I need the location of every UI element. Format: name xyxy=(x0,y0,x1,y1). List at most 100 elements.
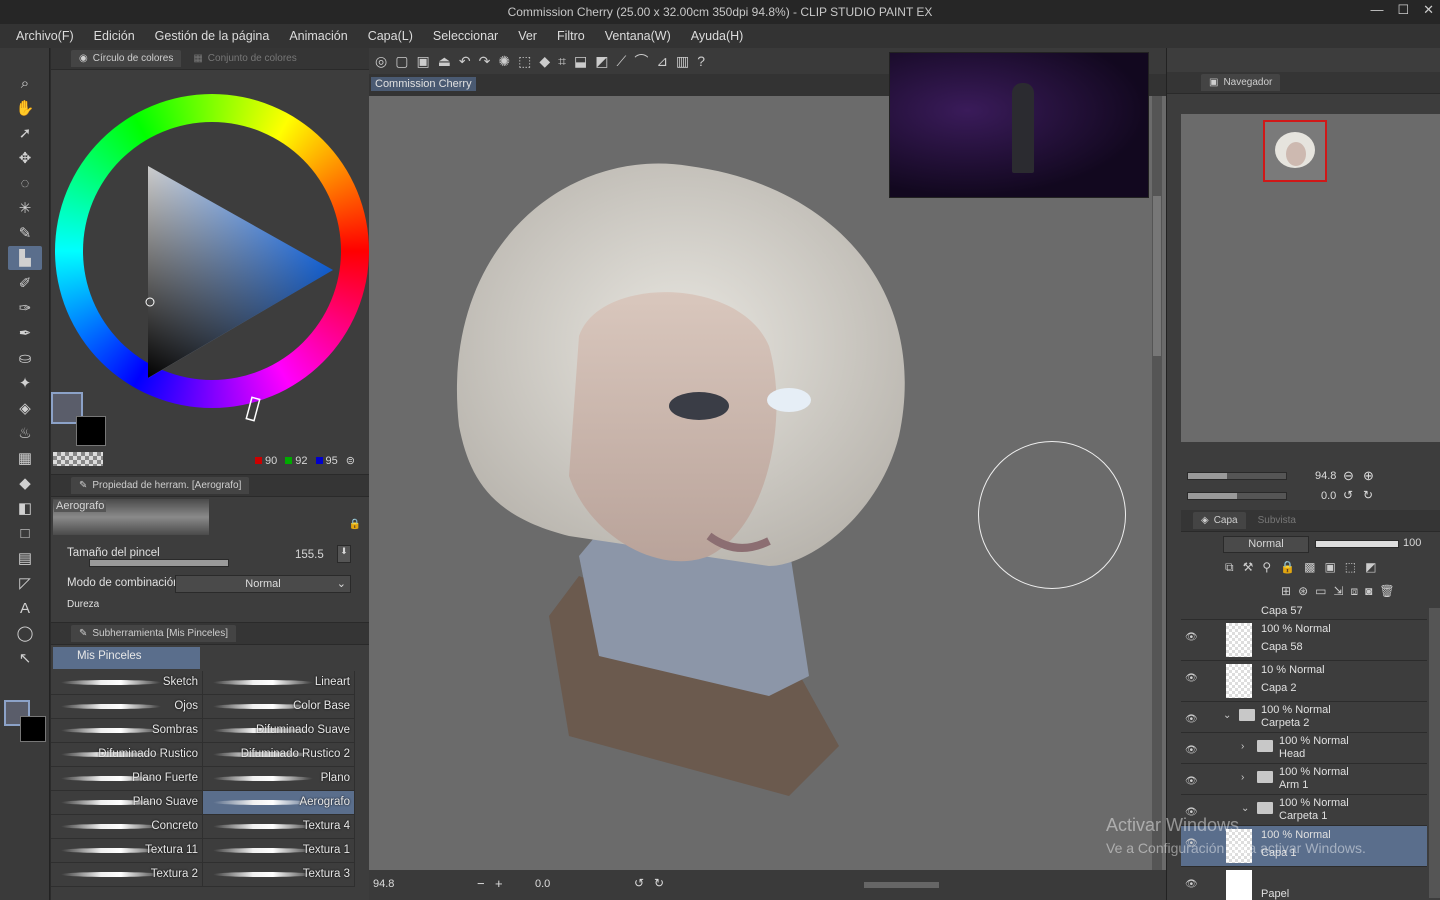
tab-navigator[interactable]: ▣ Navegador xyxy=(1201,74,1281,91)
mask-add-icon[interactable]: ◙ xyxy=(1365,584,1372,599)
maximize-button[interactable]: ☐ xyxy=(1397,2,1409,18)
brush-item[interactable]: Ojos xyxy=(51,695,203,719)
nav-zoom-slider[interactable] xyxy=(1187,472,1287,480)
loading-icon[interactable]: ✺ xyxy=(498,53,510,70)
layer-opacity-value[interactable]: 100 xyxy=(1403,537,1421,549)
save-icon[interactable]: ⏏ xyxy=(438,53,451,70)
brush-item[interactable]: Color Base xyxy=(203,695,355,719)
menu-archivo[interactable]: Archivo(F) xyxy=(16,29,74,43)
balloon-icon[interactable]: ◯ xyxy=(8,621,42,645)
menu-edicion[interactable]: Edición xyxy=(94,29,135,43)
lock-layer-icon[interactable]: 🔒 xyxy=(1280,560,1295,575)
brush-item[interactable]: Difuminado Rustico 2 xyxy=(203,743,355,767)
brush-item[interactable]: Textura 2 xyxy=(51,863,203,887)
navigator-thumbnail[interactable] xyxy=(1263,120,1327,182)
operation-icon[interactable]: ➚ xyxy=(8,121,42,145)
ruler-tool-icon[interactable]: ⊿ xyxy=(656,53,668,70)
eraser-icon[interactable]: ◈ xyxy=(8,396,42,420)
layer-row[interactable]: 👁 Papel xyxy=(1181,867,1427,900)
folder-expand-chevron-icon[interactable]: › xyxy=(1241,741,1244,752)
folder-expand-chevron-icon[interactable]: ⌄ xyxy=(1223,710,1231,721)
blend-mode-select[interactable]: Normal ⌄ xyxy=(175,575,351,593)
minimize-button[interactable]: — xyxy=(1370,2,1383,18)
layer-color-icon[interactable]: ◩ xyxy=(1365,560,1376,575)
material-icon[interactable]: ▥ xyxy=(676,53,689,70)
close-button[interactable]: ✕ xyxy=(1423,2,1434,18)
open-file-icon[interactable]: ▣ xyxy=(416,53,429,70)
brush-item[interactable]: Difuminado Suave xyxy=(203,719,355,743)
folder-expand-chevron-icon[interactable]: › xyxy=(1241,772,1244,783)
visibility-eye-icon[interactable]: 👁 xyxy=(1185,632,1198,643)
eyedropper-icon[interactable]: ✎ xyxy=(8,221,42,245)
invert-icon[interactable]: ◩ xyxy=(595,53,608,70)
nav-zoom-in-icon[interactable]: ⊕ xyxy=(1363,468,1374,484)
undo-icon[interactable]: ↶ xyxy=(459,53,471,70)
canvas-zoom[interactable]: 94.8 xyxy=(373,878,394,890)
nav-zoom-value[interactable]: 94.8 xyxy=(1315,470,1336,482)
tab-subvista[interactable]: Subvista xyxy=(1250,512,1304,529)
clear-icon[interactable]: ⬚ xyxy=(518,53,531,70)
lock-icon[interactable]: 🔒 xyxy=(349,519,361,530)
hand-icon[interactable]: ✋ xyxy=(8,96,42,120)
menu-animacion[interactable]: Animación xyxy=(289,29,347,43)
menu-capa[interactable]: Capa(L) xyxy=(368,29,413,43)
nav-zoom-out-icon[interactable]: ⊖ xyxy=(1343,468,1354,484)
canvas-area[interactable]: ◎ ▢ ▣ ⏏ ↶ ↷ ✺ ⬚ ◆ ⌗ ⬓ ◩ ⟋ ⌒ ⊿ ▥ ? Commis… xyxy=(369,48,1166,900)
subtool-group-mis-pinceles[interactable]: Mis Pinceles xyxy=(53,647,200,669)
layer-row[interactable]: 👁 100 % Normal Capa 58 xyxy=(1181,620,1427,661)
layer-folder[interactable]: 👁 › 100 % Normal Arm 1 xyxy=(1181,764,1427,795)
sub-color-swatch[interactable] xyxy=(76,416,106,446)
brush-item[interactable]: Plano xyxy=(203,767,355,791)
layer-folder[interactable]: 👁 ⌄ 100 % Normal Carpeta 2 xyxy=(1181,702,1427,733)
menu-filtro[interactable]: Filtro xyxy=(557,29,585,43)
sparkle-icon[interactable]: ✦ xyxy=(8,371,42,395)
rect-icon[interactable]: □ xyxy=(8,521,42,545)
reference-layer-icon[interactable]: ⚒ xyxy=(1243,560,1254,575)
visibility-eye-icon[interactable]: 👁 xyxy=(1185,776,1198,787)
layer-scrollbar[interactable] xyxy=(1429,608,1440,898)
brush-item[interactable]: Plano Fuerte xyxy=(51,767,203,791)
correct-line-icon[interactable]: ↖ xyxy=(8,646,42,670)
lock-alpha-icon[interactable]: ▩ xyxy=(1304,560,1315,575)
visibility-eye-icon[interactable]: 👁 xyxy=(1185,714,1198,725)
snap-curve-icon[interactable]: ⌒ xyxy=(634,51,648,71)
brush-size-down-icon[interactable]: ⬇ xyxy=(337,545,351,563)
tab-commission-cherry[interactable]: Commission Cherry xyxy=(371,77,476,91)
blend-icon[interactable]: ♨ xyxy=(8,421,42,445)
vertical-scrollbar[interactable] xyxy=(1152,96,1162,870)
magic-wand-icon[interactable]: ✳ xyxy=(8,196,42,220)
color-settings-icon[interactable]: ⊜ xyxy=(346,454,355,467)
brush-item[interactable]: Concreto xyxy=(51,815,203,839)
brush-item[interactable]: Textura 3 xyxy=(203,863,355,887)
brush-item[interactable]: Difuminado Rustico xyxy=(51,743,203,767)
transfer-icon[interactable]: ⇲ xyxy=(1333,584,1343,599)
combine-icon[interactable]: ⧈ xyxy=(1351,584,1359,599)
visibility-eye-icon[interactable]: 👁 xyxy=(1185,745,1198,756)
nav-rotate-left-icon[interactable]: ↺ xyxy=(1343,488,1353,502)
brush-item[interactable]: Aerografo xyxy=(203,791,355,815)
rotate-left-icon[interactable]: ↺ xyxy=(634,876,644,890)
layer-partial[interactable]: Capa 57 xyxy=(1181,605,1427,620)
redo-icon[interactable]: ↷ xyxy=(479,53,491,70)
nav-rotation-value[interactable]: 0.0 xyxy=(1321,490,1336,502)
layer-opacity-slider[interactable] xyxy=(1315,540,1399,548)
tab-tool-property[interactable]: ✎ Propiedad de herram. [Aerografo] xyxy=(71,477,250,494)
tab-subtool[interactable]: ✎ Subherramienta [Mis Pinceles] xyxy=(71,625,237,642)
brush-size-slider[interactable] xyxy=(89,559,229,567)
layer-folder[interactable]: 👁 › 100 % Normal Head xyxy=(1181,733,1427,764)
brush-item[interactable]: Textura 11 xyxy=(51,839,203,863)
visibility-eye-icon[interactable]: 👁 xyxy=(1185,879,1198,890)
zoom-out-icon[interactable]: − xyxy=(477,876,485,891)
new-file-icon[interactable]: ▢ xyxy=(395,53,408,70)
brush-size-value[interactable]: 155.5 xyxy=(295,549,324,561)
lasso-icon[interactable]: ◌ xyxy=(8,171,42,195)
menu-ayuda[interactable]: Ayuda(H) xyxy=(691,29,744,43)
menu-ventana[interactable]: Ventana(W) xyxy=(605,29,671,43)
layer-row[interactable]: 👁 10 % Normal Capa 2 xyxy=(1181,661,1427,702)
bucket-icon[interactable]: ◆ xyxy=(8,471,42,495)
nav-rotate-right-icon[interactable]: ↻ xyxy=(1363,488,1373,502)
menu-seleccionar[interactable]: Seleccionar xyxy=(433,29,498,43)
nav-rotation-slider[interactable] xyxy=(1187,492,1287,500)
fill-icon[interactable]: ⛀ xyxy=(8,346,42,370)
transparent-color-swatch[interactable] xyxy=(53,452,103,466)
